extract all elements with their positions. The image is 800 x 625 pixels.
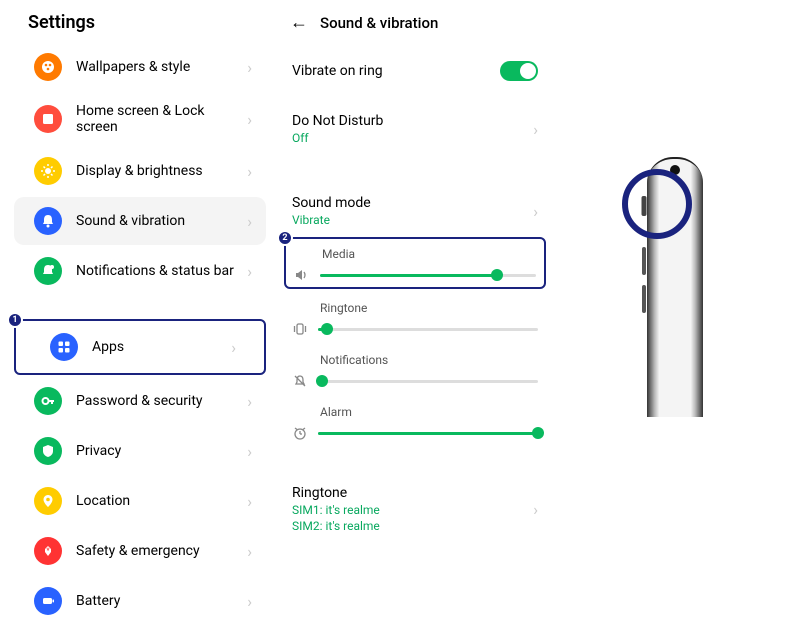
chevron-right-icon: › — [247, 58, 252, 77]
slider-ringtone[interactable] — [318, 328, 538, 331]
settings-item-battery[interactable]: Battery › — [14, 577, 266, 625]
annotation-callout: 2 — [277, 230, 293, 246]
settings-item-label: Display & brightness — [76, 163, 247, 179]
slider-block-alarm: Alarm — [284, 397, 546, 445]
settings-item-display-brightness[interactable]: Display & brightness › — [14, 147, 266, 195]
speaker-icon — [294, 267, 314, 283]
chevron-right-icon: › — [247, 442, 252, 461]
dnd-label: Do Not Disturb — [292, 113, 533, 129]
settings-item-label: Battery — [76, 593, 247, 609]
vibrate-on-ring-label: Vibrate on ring — [292, 63, 500, 79]
settings-item-label: Apps — [92, 339, 231, 355]
palette-icon — [34, 53, 62, 81]
vibrate-on-ring-row[interactable]: Vibrate on ring — [280, 47, 550, 95]
slider-block-notifications: Notifications — [284, 345, 546, 393]
settings-item-home-screen-lock-screen[interactable]: Home screen & Lock screen › — [14, 93, 266, 145]
settings-item-sound-vibration[interactable]: Sound & vibration › — [14, 197, 266, 245]
ringtone-row[interactable]: Ringtone SIM1: it's realme SIM2: it's re… — [280, 471, 550, 547]
settings-item-password-security[interactable]: Password & security › — [14, 377, 266, 425]
dnd-status: Off — [292, 131, 533, 145]
chevron-right-icon: › — [247, 542, 252, 561]
slider-media[interactable] — [320, 274, 536, 277]
settings-item-label: Home screen & Lock screen — [76, 103, 247, 135]
slider-label-ringtone: Ringtone — [320, 301, 538, 315]
chevron-right-icon: › — [247, 212, 252, 231]
chevron-right-icon: › — [533, 120, 538, 139]
ringtone-sim1: SIM1: it's realme — [292, 503, 533, 517]
settings-item-label: Password & security — [76, 393, 247, 409]
sound-panel: ← Sound & vibration Vibrate on ring Do N… — [280, 0, 550, 543]
settings-item-label: Privacy — [76, 443, 247, 459]
slider-alarm[interactable] — [318, 432, 538, 435]
settings-item-location[interactable]: Location › — [14, 477, 266, 525]
phone-illustration — [550, 0, 800, 543]
settings-title: Settings — [0, 0, 280, 41]
slider-block-media: 2 Media — [284, 237, 546, 289]
sound-mode-row[interactable]: Sound mode Vibrate › — [280, 181, 550, 233]
settings-item-label: Location — [76, 493, 247, 509]
sound-mode-label: Sound mode — [292, 195, 533, 211]
settings-item-label: Notifications & status bar — [76, 263, 247, 279]
vibrate-on-ring-toggle[interactable] — [500, 61, 538, 81]
image-icon — [34, 105, 62, 133]
sun-icon — [34, 157, 62, 185]
volume-down-button — [642, 285, 646, 313]
bell-off-icon — [292, 373, 312, 389]
sound-title: Sound & vibration — [320, 14, 438, 32]
annotation-circle — [622, 169, 692, 239]
star-icon: * — [34, 537, 62, 565]
slider-label-media: Media — [322, 247, 536, 261]
sound-mode-status: Vibrate — [292, 213, 533, 227]
annotation-callout: 1 — [7, 312, 23, 328]
dnd-row[interactable]: Do Not Disturb Off › — [280, 99, 550, 159]
annotation-highlight-apps: 1 Apps › — [14, 319, 266, 375]
settings-item-privacy[interactable]: Privacy › — [14, 427, 266, 475]
chevron-right-icon: › — [247, 110, 252, 129]
back-icon[interactable]: ← — [290, 12, 308, 33]
volume-up-button — [642, 247, 646, 275]
chevron-right-icon: › — [247, 492, 252, 511]
settings-item-label: Safety & emergency — [76, 543, 247, 559]
settings-item-wallpapers-style[interactable]: Wallpapers & style › — [14, 43, 266, 91]
slider-label-alarm: Alarm — [320, 405, 538, 419]
settings-item-notifications-status-bar[interactable]: Notifications & status bar › — [14, 247, 266, 295]
ringtone-sim2: SIM2: it's realme — [292, 519, 533, 533]
settings-item-label: Sound & vibration — [76, 213, 247, 229]
settings-item-label: Wallpapers & style — [76, 59, 247, 75]
bell-icon — [34, 207, 62, 235]
settings-item-safety-emergency[interactable]: * Safety & emergency › — [14, 527, 266, 575]
slider-block-ringtone: Ringtone — [284, 293, 546, 341]
chevron-right-icon: › — [533, 202, 538, 221]
grid-icon — [50, 333, 78, 361]
battery-icon — [34, 587, 62, 615]
settings-item-apps[interactable]: Apps › — [30, 323, 250, 371]
ringtone-label: Ringtone — [292, 485, 533, 501]
chevron-right-icon: › — [231, 338, 236, 357]
phone-vibe-icon — [292, 321, 312, 337]
shield-icon — [34, 437, 62, 465]
settings-panel: Settings Wallpapers & style › Home scree… — [0, 0, 280, 543]
key-icon — [34, 387, 62, 415]
chevron-right-icon: › — [247, 392, 252, 411]
chevron-right-icon: › — [247, 162, 252, 181]
slider-notifications[interactable] — [318, 380, 538, 383]
pin-icon — [34, 487, 62, 515]
chevron-right-icon: › — [247, 592, 252, 611]
slider-label-notifications: Notifications — [320, 353, 538, 367]
chevron-right-icon: › — [247, 262, 252, 281]
alarm-icon — [292, 425, 312, 441]
bell-dot-icon — [34, 257, 62, 285]
chevron-right-icon: › — [533, 500, 538, 519]
